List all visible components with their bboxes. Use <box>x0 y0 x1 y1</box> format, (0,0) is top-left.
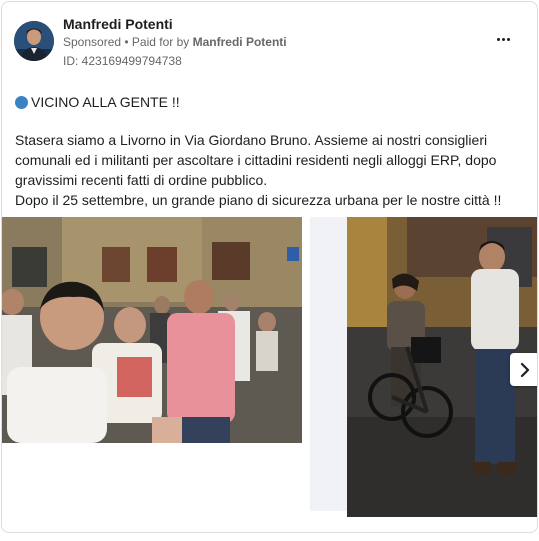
paid-for-prefix: Paid for by <box>131 35 193 49</box>
body-line: Dopo il 25 settembre, un grande piano di… <box>15 192 502 208</box>
body-line: gravissimi recenti fatti di ordine pubbl… <box>15 172 268 188</box>
carousel-gap <box>310 217 347 511</box>
sponsored-line: Sponsored • Paid for by Manfredi Potenti <box>63 35 287 49</box>
body-line: comunali ed i militanti per ascoltare i … <box>15 152 497 168</box>
body-line: Stasera siamo a Livorno in Via Giordano … <box>15 132 488 148</box>
paid-by-name[interactable]: Manfredi Potenti <box>193 35 287 49</box>
carousel-photo-1[interactable] <box>2 217 302 443</box>
ad-card: Manfredi Potenti Sponsored • Paid for by… <box>1 1 538 533</box>
carousel-photo-2[interactable] <box>347 217 537 517</box>
ad-id: ID: 423169499794738 <box>63 54 182 68</box>
night-street-photo <box>347 217 537 517</box>
carousel-next-button[interactable] <box>510 353 537 386</box>
post-headline: VICINO ALLA GENTE !! <box>15 94 180 110</box>
headline-text: VICINO ALLA GENTE !! <box>31 94 180 110</box>
group-selfie-photo <box>2 217 302 443</box>
blue-circle-icon <box>15 95 28 109</box>
author-name[interactable]: Manfredi Potenti <box>63 16 173 32</box>
avatar[interactable] <box>14 21 54 61</box>
separator: • <box>121 35 132 49</box>
more-options-button[interactable] <box>497 31 517 43</box>
more-options-icon <box>497 31 512 48</box>
avatar-image <box>14 21 54 61</box>
chevron-right-icon <box>520 362 530 377</box>
post-body: Stasera siamo a Livorno in Via Giordano … <box>15 130 525 210</box>
sponsored-label: Sponsored <box>63 35 122 49</box>
